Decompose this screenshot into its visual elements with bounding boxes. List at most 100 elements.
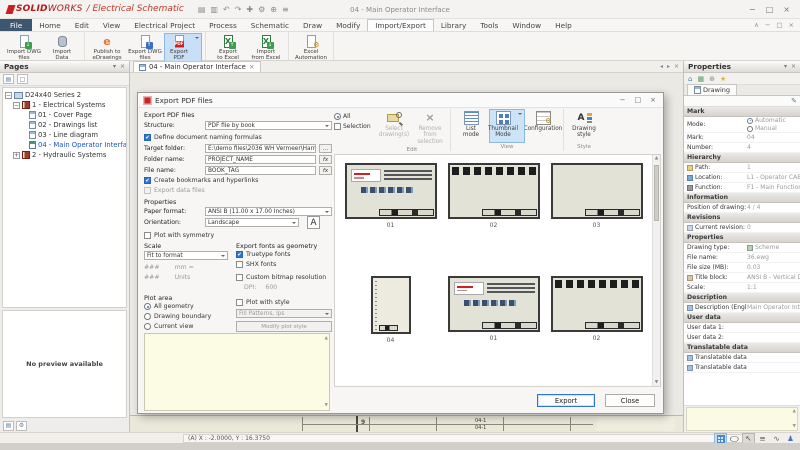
window-minimize-button[interactable]: − bbox=[749, 5, 756, 14]
dialog-maximize-button[interactable]: □ bbox=[635, 96, 642, 104]
bookmarks-row[interactable]: ✔ Create bookmarks and hyperlinks bbox=[144, 177, 332, 184]
tab-drawing[interactable]: Drawing bbox=[687, 84, 737, 95]
doc-close-button[interactable]: × bbox=[789, 21, 794, 29]
scrollbar-thumb[interactable] bbox=[654, 165, 659, 221]
shx-checkbox[interactable] bbox=[236, 261, 243, 268]
menu-electrical-project[interactable]: Electrical Project bbox=[127, 19, 202, 31]
close-button[interactable]: Close bbox=[605, 394, 655, 407]
drawing-boundary-radio[interactable] bbox=[144, 313, 151, 320]
redo-icon[interactable]: ↷ bbox=[235, 5, 242, 14]
home-icon[interactable]: ⌂ bbox=[688, 75, 692, 83]
new-page-icon[interactable]: ▤ bbox=[3, 74, 14, 84]
expander-icon[interactable]: − bbox=[13, 102, 20, 109]
import-dwg-files-button[interactable]: ↓ Import DWGfiles bbox=[5, 33, 43, 62]
bitmap-row[interactable]: Custom bitmap resolution bbox=[236, 274, 332, 281]
scroll-up-icon[interactable]: ▲ bbox=[793, 409, 796, 414]
menu-library[interactable]: Library bbox=[434, 19, 474, 31]
preview-settings-icon[interactable]: ⚙ bbox=[16, 421, 27, 431]
favorite-star-icon[interactable]: ★ bbox=[720, 75, 726, 83]
folder-name-input[interactable]: PROJECT_NAME bbox=[205, 155, 316, 164]
open-icon[interactable]: ▤ bbox=[198, 5, 206, 14]
preview-mode-icon[interactable]: ▤ bbox=[3, 421, 14, 431]
tree-item-cover-page[interactable]: 01 - Cover Page bbox=[3, 110, 126, 120]
scroll-up-icon[interactable]: ▲ bbox=[653, 156, 660, 161]
current-view-radio[interactable] bbox=[144, 323, 151, 330]
orientation-select[interactable]: Landscape bbox=[205, 218, 299, 227]
menu-draw[interactable]: Draw bbox=[296, 19, 329, 31]
bitmap-checkbox[interactable] bbox=[236, 274, 243, 281]
menu-modify[interactable]: Modify bbox=[329, 19, 367, 31]
all-geometry-row[interactable]: All geometry bbox=[144, 303, 228, 310]
tree-item-book-hydraulic[interactable]: + 2 - Hydraulic Systems bbox=[3, 150, 126, 160]
doc-minimize-button[interactable]: − bbox=[765, 21, 770, 29]
tree-item-main-operator-interface[interactable]: 04 - Main Operator Interface bbox=[3, 140, 126, 150]
export-data-row[interactable]: Export data files bbox=[144, 187, 332, 194]
list-mode-button[interactable]: Listmode bbox=[453, 109, 489, 143]
symmetry-row[interactable]: Plot with symmetry bbox=[144, 232, 332, 239]
menu-edit[interactable]: Edit bbox=[68, 19, 96, 31]
define-naming-row[interactable]: ✔ Define document naming formulas bbox=[144, 134, 332, 141]
dialog-titlebar[interactable]: Export PDF files − □ × bbox=[138, 93, 663, 108]
thumbnail-scrollbar[interactable]: ▲ ▼ bbox=[652, 155, 660, 386]
browse-button[interactable]: ... bbox=[319, 144, 332, 153]
current-view-row[interactable]: Current view bbox=[144, 323, 228, 330]
properties-comment-box[interactable]: ▲ ▼ bbox=[686, 407, 798, 431]
truetype-row[interactable]: ✔ Truetype fonts bbox=[236, 251, 332, 258]
book-view-icon[interactable]: □ bbox=[17, 74, 28, 84]
tab-list-close-icon[interactable]: × bbox=[674, 63, 679, 70]
drawing-thumbnail-02[interactable] bbox=[448, 163, 540, 219]
file-name-input[interactable]: BOOK_TAG bbox=[205, 166, 316, 175]
tree-item-line-diagram[interactable]: 03 - Line diagram bbox=[3, 130, 126, 140]
bookmarks-checkbox[interactable]: ✔ bbox=[144, 177, 151, 184]
document-tab[interactable]: 04 - Main Operator Interface × bbox=[133, 61, 261, 72]
folder-formula-button[interactable]: fx bbox=[319, 155, 332, 164]
grid-view-icon[interactable]: ▦ bbox=[697, 75, 704, 83]
configuration-button[interactable]: ⚙ Configuration bbox=[525, 109, 561, 143]
menu-import-export[interactable]: Import/Export bbox=[367, 19, 434, 31]
paper-format-select[interactable]: ANSI B (11.00 x 17.00 Inches) bbox=[205, 207, 332, 216]
menu-file[interactable]: File bbox=[0, 19, 32, 31]
properties-close-icon[interactable]: × bbox=[791, 63, 796, 70]
menu-home[interactable]: Home bbox=[32, 19, 68, 31]
plot-style-select[interactable]: Fill Patterns, ips bbox=[236, 309, 332, 318]
automatic-radio[interactable] bbox=[747, 118, 753, 124]
menu-view[interactable]: View bbox=[96, 19, 127, 31]
tree-item-book-electrical[interactable]: − 1 - Electrical Systems bbox=[3, 100, 126, 110]
modify-plot-style-button[interactable]: Modify plot style bbox=[236, 321, 332, 332]
tab-scroll-left-icon[interactable]: ◂ bbox=[660, 63, 663, 70]
target-icon[interactable]: ⊕ bbox=[709, 75, 715, 83]
drawing-thumbnail-03[interactable] bbox=[551, 163, 643, 219]
menu-tools[interactable]: Tools bbox=[473, 19, 505, 31]
export-to-excel-button[interactable]: X↑ Exportto Excel bbox=[209, 33, 247, 62]
remove-from-selection-button[interactable]: × Remove fromselection bbox=[412, 109, 448, 146]
window-maximize-button[interactable]: □ bbox=[766, 5, 774, 14]
menu-process[interactable]: Process bbox=[202, 19, 244, 31]
filter-selection-row[interactable]: Selection bbox=[334, 123, 374, 130]
structure-select[interactable]: PDF file by book bbox=[205, 121, 332, 130]
tab-scroll-right-icon[interactable]: ▸ bbox=[667, 63, 670, 70]
dialog-minimize-button[interactable]: − bbox=[620, 96, 626, 104]
scroll-down-icon[interactable]: ▼ bbox=[793, 424, 796, 429]
menu-help[interactable]: Help bbox=[548, 19, 579, 31]
menu-window[interactable]: Window bbox=[505, 19, 548, 31]
symmetry-checkbox[interactable] bbox=[144, 232, 151, 239]
drawing-style-button[interactable]: A Drawingstyle bbox=[566, 109, 602, 143]
export-button[interactable]: Export bbox=[537, 394, 595, 407]
save-icon[interactable]: ▥ bbox=[210, 5, 218, 14]
drawing-thumbnail-05[interactable] bbox=[448, 276, 540, 332]
filter-all-row[interactable]: All bbox=[334, 113, 374, 120]
pages-close-icon[interactable]: × bbox=[120, 63, 125, 70]
drawing-thumbnail-04[interactable] bbox=[371, 276, 411, 334]
tree-item-drawings-list[interactable]: 02 - Drawings list bbox=[3, 120, 126, 130]
define-naming-checkbox[interactable]: ✔ bbox=[144, 134, 151, 141]
export-data-checkbox[interactable] bbox=[144, 187, 151, 194]
drawing-thumbnail-01[interactable] bbox=[345, 163, 437, 219]
drawing-boundary-row[interactable]: Drawing boundary bbox=[144, 313, 228, 320]
expander-icon[interactable]: + bbox=[13, 152, 20, 159]
undo-icon[interactable]: ↶ bbox=[223, 5, 230, 14]
all-geometry-radio[interactable] bbox=[144, 303, 151, 310]
ribbon-collapse-button[interactable]: ∧ bbox=[754, 21, 759, 29]
truetype-checkbox[interactable]: ✔ bbox=[236, 251, 243, 258]
thumbnail-mode-button[interactable]: ThumbnailMode bbox=[489, 109, 525, 143]
tree-item-project[interactable]: − D24x40 Series 2 bbox=[3, 90, 126, 100]
